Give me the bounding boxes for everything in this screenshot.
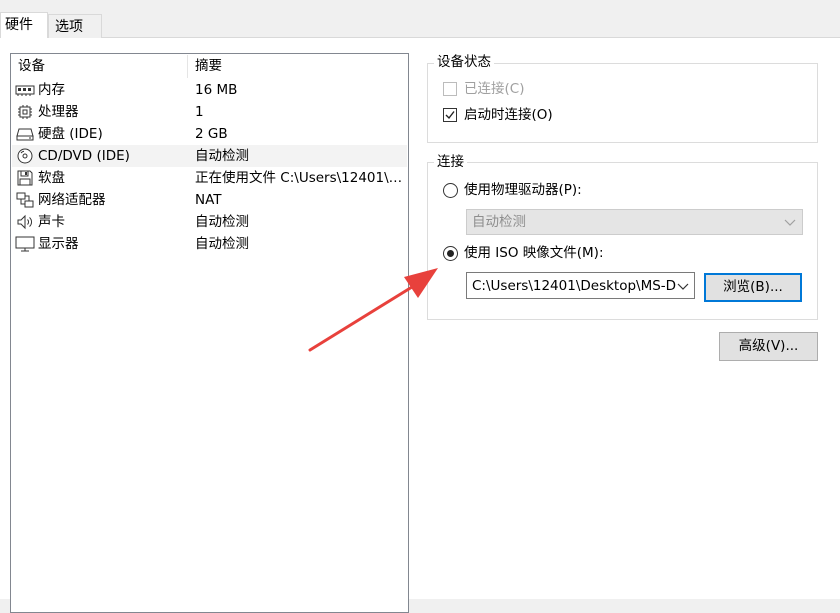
hardware-row-network-adapter[interactable]: 网络适配器 NAT: [12, 189, 407, 211]
hardware-summary: 自动检测: [195, 214, 249, 230]
hardware-row-processor[interactable]: 处理器 1: [12, 101, 407, 123]
hardware-name: 网络适配器: [38, 192, 106, 208]
hardware-name: 处理器: [38, 104, 79, 120]
hardware-name: CD/DVD (IDE): [38, 148, 130, 164]
hardware-summary: 自动检测: [195, 148, 249, 164]
connection-title: 连接: [434, 154, 467, 170]
hardware-row-sound-card[interactable]: 声卡 自动检测: [12, 211, 407, 233]
tab-options-label: 选项: [55, 19, 83, 35]
browse-button[interactable]: 浏览(B)...: [704, 273, 802, 302]
hardware-row-hard-disk[interactable]: 硬盘 (IDE) 2 GB: [12, 123, 407, 145]
iso-path-value: C:\Users\12401\Desktop\MS-DOS: [472, 278, 676, 294]
hardware-summary: 1: [195, 104, 204, 120]
connect-at-power-on-label: 启动时连接(O): [464, 107, 553, 123]
advanced-button[interactable]: 高级(V)...: [719, 332, 818, 361]
cd-dvd-icon: [15, 148, 35, 164]
connected-checkbox[interactable]: [443, 82, 457, 96]
hardware-name: 内存: [38, 82, 65, 98]
hardware-row-floppy[interactable]: 软盘 正在使用文件 C:\Users\12401\Desktop\MS-DOS: [12, 167, 407, 189]
physical-drive-value: 自动检测: [472, 214, 526, 230]
hardware-summary: 正在使用文件 C:\Users\12401\Desktop\MS-DOS: [195, 170, 405, 186]
iso-path-combobox[interactable]: C:\Users\12401\Desktop\MS-DOS: [466, 272, 695, 299]
cpu-icon: [15, 104, 35, 120]
tab-hardware[interactable]: 硬件: [0, 12, 48, 38]
physical-drive-radio[interactable]: [443, 183, 458, 198]
display-icon: [15, 236, 35, 252]
network-adapter-icon: [15, 192, 35, 208]
tab-options[interactable]: 选项: [48, 14, 102, 38]
hardware-list-header: 设备 摘要: [11, 54, 408, 79]
column-separator[interactable]: [187, 55, 188, 78]
physical-drive-select[interactable]: 自动检测: [466, 209, 803, 235]
hardware-name: 硬盘 (IDE): [38, 126, 103, 142]
chevron-down-icon: [677, 283, 689, 290]
column-header-summary[interactable]: 摘要: [195, 54, 222, 79]
device-status-title: 设备状态: [434, 54, 494, 70]
checkmark-icon: [445, 111, 455, 120]
red-annotation-arrow: [308, 268, 438, 352]
column-header-device[interactable]: 设备: [18, 54, 45, 79]
chevron-down-icon: [784, 219, 796, 226]
iso-image-label: 使用 ISO 映像文件(M):: [464, 245, 604, 261]
memory-icon: [15, 82, 35, 98]
hardware-summary: 2 GB: [195, 126, 228, 142]
hardware-row-cd-dvd[interactable]: CD/DVD (IDE) 自动检测: [12, 145, 407, 167]
hard-disk-icon: [15, 126, 35, 142]
hardware-name: 显示器: [38, 236, 79, 252]
hardware-name: 软盘: [38, 170, 65, 186]
connect-at-power-on-checkbox[interactable]: [443, 108, 457, 122]
sound-card-icon: [15, 214, 35, 230]
hardware-summary: 16 MB: [195, 82, 238, 98]
hardware-name: 声卡: [38, 214, 65, 230]
advanced-button-label: 高级(V)...: [738, 338, 799, 354]
tab-hardware-label: 硬件: [5, 17, 33, 33]
device-status-group: [427, 63, 818, 143]
hardware-row-memory[interactable]: 内存 16 MB: [12, 79, 407, 101]
physical-drive-label: 使用物理驱动器(P):: [464, 182, 582, 198]
browse-button-label: 浏览(B)...: [723, 279, 783, 295]
floppy-icon: [15, 170, 35, 186]
connected-label: 已连接(C): [464, 81, 525, 97]
hardware-summary: NAT: [195, 192, 222, 208]
